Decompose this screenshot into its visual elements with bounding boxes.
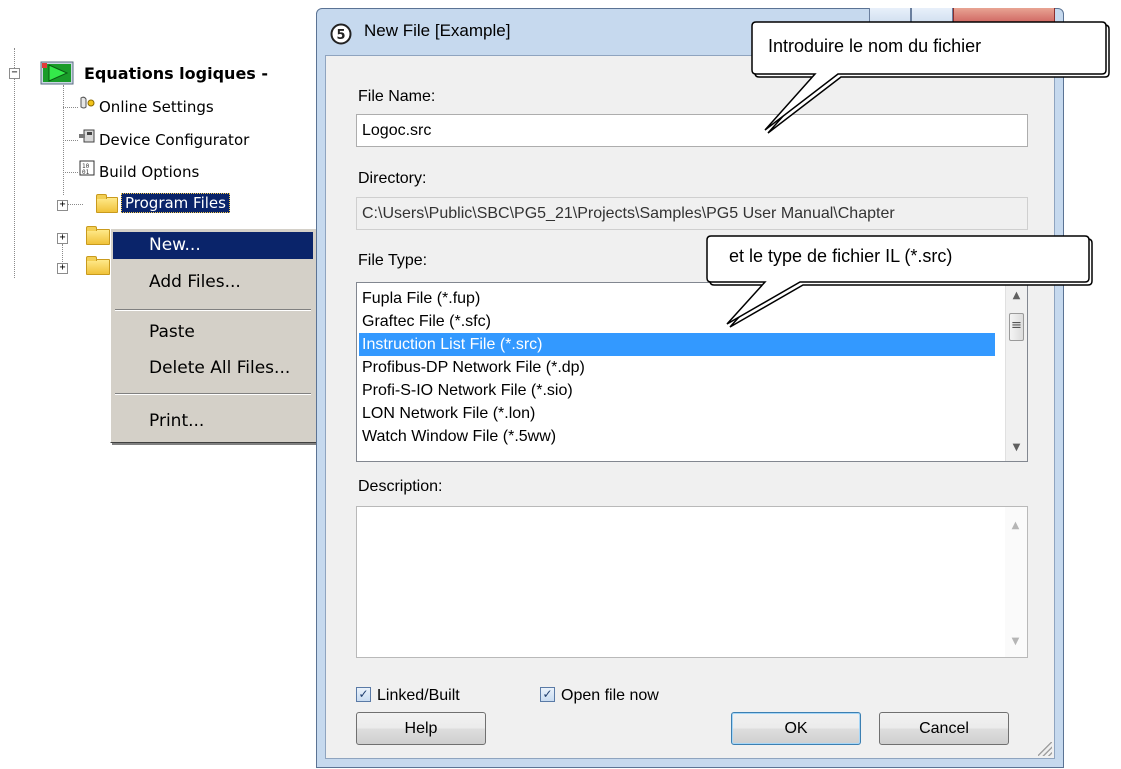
menu-item-add-files[interactable]: Add Files... bbox=[113, 269, 313, 296]
build-options-icon: 10 01 bbox=[79, 160, 95, 176]
description-label: Description: bbox=[358, 478, 443, 495]
scroll-down-icon[interactable]: ▼ bbox=[1005, 631, 1026, 653]
device-configurator-icon bbox=[79, 129, 95, 143]
dialog-body: File Name: Logoc.src Directory: C:\Users… bbox=[325, 55, 1055, 759]
dialog-title: New File [Example] bbox=[364, 21, 511, 40]
menu-item-new[interactable]: New... bbox=[113, 232, 313, 259]
expand-toggle[interactable]: + bbox=[57, 233, 68, 244]
tree-item-label: Program Files bbox=[121, 193, 230, 213]
svg-text:5: 5 bbox=[336, 28, 345, 43]
expand-toggle[interactable]: + bbox=[57, 200, 68, 211]
tree-item-program-files[interactable]: Program Files bbox=[121, 192, 230, 214]
scroll-up-icon[interactable]: ▲ bbox=[1005, 515, 1026, 537]
expand-toggle[interactable]: + bbox=[57, 263, 68, 274]
list-item[interactable]: Watch Window File (*.5ww) bbox=[359, 425, 995, 448]
linked-built-checkbox[interactable]: ✓ Linked/Built bbox=[356, 686, 460, 706]
list-item[interactable]: Profibus-DP Network File (*.dp) bbox=[359, 356, 995, 379]
file-name-label: File Name: bbox=[358, 88, 436, 105]
tree-item-online-settings[interactable]: Online Settings bbox=[99, 96, 214, 118]
open-file-now-checkbox[interactable]: ✓ Open file now bbox=[540, 686, 659, 706]
menu-separator bbox=[115, 393, 311, 395]
tree-connector bbox=[14, 48, 15, 278]
list-item-selected[interactable]: Instruction List File (*.src) bbox=[359, 333, 995, 356]
online-settings-icon bbox=[80, 96, 95, 109]
callout-file-name-text: Introduire le nom du fichier bbox=[768, 36, 982, 56]
app-logo-icon: 5 bbox=[330, 23, 352, 45]
project-icon bbox=[40, 61, 74, 85]
tree-connector bbox=[63, 172, 78, 173]
checkbox-check-icon: ✓ bbox=[356, 687, 371, 703]
callout-file-type-text: et le type de fichier IL (*.src) bbox=[729, 246, 953, 266]
folder-icon bbox=[86, 226, 110, 245]
checkbox-check-icon: ✓ bbox=[540, 687, 555, 703]
svg-text:01: 01 bbox=[82, 169, 90, 176]
description-scrollbar[interactable]: ▲ ▼ bbox=[1005, 507, 1027, 657]
menu-separator bbox=[115, 309, 311, 311]
list-item[interactable]: Profi-S-IO Network File (*.sio) bbox=[359, 379, 995, 402]
tree-connector bbox=[63, 107, 78, 108]
tree-item-device-configurator[interactable]: Device Configurator bbox=[99, 129, 249, 151]
tree-connector bbox=[63, 140, 78, 141]
tree-connector bbox=[68, 204, 83, 205]
linked-built-label: Linked/Built bbox=[377, 687, 460, 704]
resize-grip-icon[interactable] bbox=[1038, 742, 1052, 756]
menu-item-delete-all-files[interactable]: Delete All Files... bbox=[113, 355, 313, 382]
menu-item-paste[interactable]: Paste bbox=[113, 319, 313, 346]
tree-root-label[interactable]: Equations logiques - bbox=[84, 63, 268, 85]
context-menu: New... Add Files... Paste Delete All Fil… bbox=[110, 228, 318, 443]
description-textarea[interactable]: ▲ ▼ bbox=[356, 506, 1028, 658]
help-button[interactable]: Help bbox=[356, 712, 486, 745]
cancel-button[interactable]: Cancel bbox=[879, 712, 1009, 745]
scroll-down-icon[interactable]: ▼ bbox=[1006, 437, 1027, 459]
tree-item-build-options[interactable]: Build Options bbox=[99, 161, 199, 183]
collapse-toggle[interactable]: − bbox=[9, 68, 20, 79]
directory-field: C:\Users\Public\SBC\PG5_21\Projects\Samp… bbox=[356, 197, 1028, 230]
list-item[interactable]: LON Network File (*.lon) bbox=[359, 402, 995, 425]
folder-icon bbox=[96, 194, 118, 213]
file-type-label: File Type: bbox=[358, 252, 428, 269]
ok-button[interactable]: OK bbox=[731, 712, 861, 745]
folder-icon bbox=[86, 256, 110, 275]
open-file-now-label: Open file now bbox=[561, 687, 659, 704]
menu-item-print[interactable]: Print... bbox=[113, 408, 313, 435]
directory-label: Directory: bbox=[358, 170, 427, 187]
